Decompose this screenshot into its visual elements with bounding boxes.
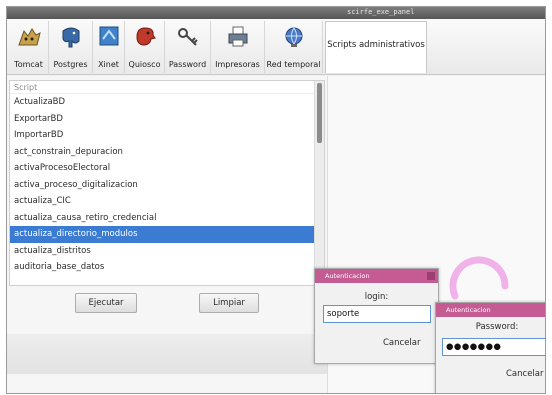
list-scrollbar[interactable] xyxy=(314,81,324,285)
login-dialog: Autenticacion login: soporte Cancelar xyxy=(314,268,439,364)
script-list[interactable]: Script ActualizaBD ExportarBD ImportarBD… xyxy=(9,80,325,286)
password-input[interactable]: ●●●●●●● xyxy=(442,338,545,356)
list-item[interactable]: actualiza_CIC xyxy=(10,193,324,210)
list-item[interactable]: act_constrain_depuracion xyxy=(10,144,324,161)
list-item-selected[interactable]: actualiza_directorio_modulos xyxy=(10,226,324,243)
network-icon xyxy=(99,26,118,46)
list-item[interactable]: actualiza_distritos xyxy=(10,243,324,260)
key-icon xyxy=(177,28,198,46)
toolbar-password-button[interactable]: Password xyxy=(165,21,211,73)
list-item[interactable]: ImportarBD xyxy=(10,127,324,144)
list-item[interactable]: activaProcesoElectoral xyxy=(10,160,324,177)
loading-ring-icon xyxy=(449,256,509,300)
list-item[interactable]: ActualizaBD xyxy=(10,94,324,111)
toolbar-postgres-button[interactable]: Postgres xyxy=(49,21,93,73)
cat-icon xyxy=(17,28,41,46)
scrollbar-thumb[interactable] xyxy=(317,83,322,143)
login-input[interactable]: soporte xyxy=(323,305,431,323)
elephant-icon xyxy=(62,27,79,48)
toolbar-xinet-button[interactable]: Xinet xyxy=(93,21,125,73)
toolbar-tomcat-button[interactable]: Tomcat xyxy=(9,21,49,73)
toolbar-impresoras-button[interactable]: Impresoras xyxy=(211,21,265,73)
list-column-header: Script xyxy=(10,81,324,94)
kiosk-icon xyxy=(135,27,156,46)
toolbar-red-temporal-button[interactable]: Red temporal xyxy=(265,21,323,73)
list-item[interactable]: auditoria_base_datos xyxy=(10,259,324,276)
execute-button[interactable]: Ejecutar xyxy=(75,293,137,313)
clear-button[interactable]: Limpiar xyxy=(199,293,259,313)
app-window: scirfe_exe_panel Tomcat Postgres Xinet Q… xyxy=(6,6,546,394)
toolbar: Tomcat Postgres Xinet Quiosco Password I… xyxy=(7,19,545,75)
list-item[interactable]: ExportarBD xyxy=(10,111,324,128)
close-icon[interactable] xyxy=(427,272,435,280)
list-item[interactable]: activa_proceso_digitalizacion xyxy=(10,177,324,194)
tab-scripts-administrativos[interactable]: Scripts administrativos xyxy=(325,21,427,73)
password-cancel-button[interactable]: Cancelar xyxy=(506,369,544,379)
title-bar: scirfe_exe_panel xyxy=(7,7,545,19)
login-cancel-button[interactable]: Cancelar xyxy=(383,338,421,348)
login-label: login: xyxy=(364,292,389,302)
toolbar-quiosco-button[interactable]: Quiosco xyxy=(125,21,165,73)
login-dialog-title: Autenticacion xyxy=(315,269,438,283)
printer-icon xyxy=(228,26,247,47)
globe-network-icon xyxy=(285,27,302,47)
password-label: Password: xyxy=(475,322,519,332)
window-title: scirfe_exe_panel xyxy=(347,8,415,16)
list-item[interactable]: actualiza_causa_retiro_credencial xyxy=(10,210,324,227)
